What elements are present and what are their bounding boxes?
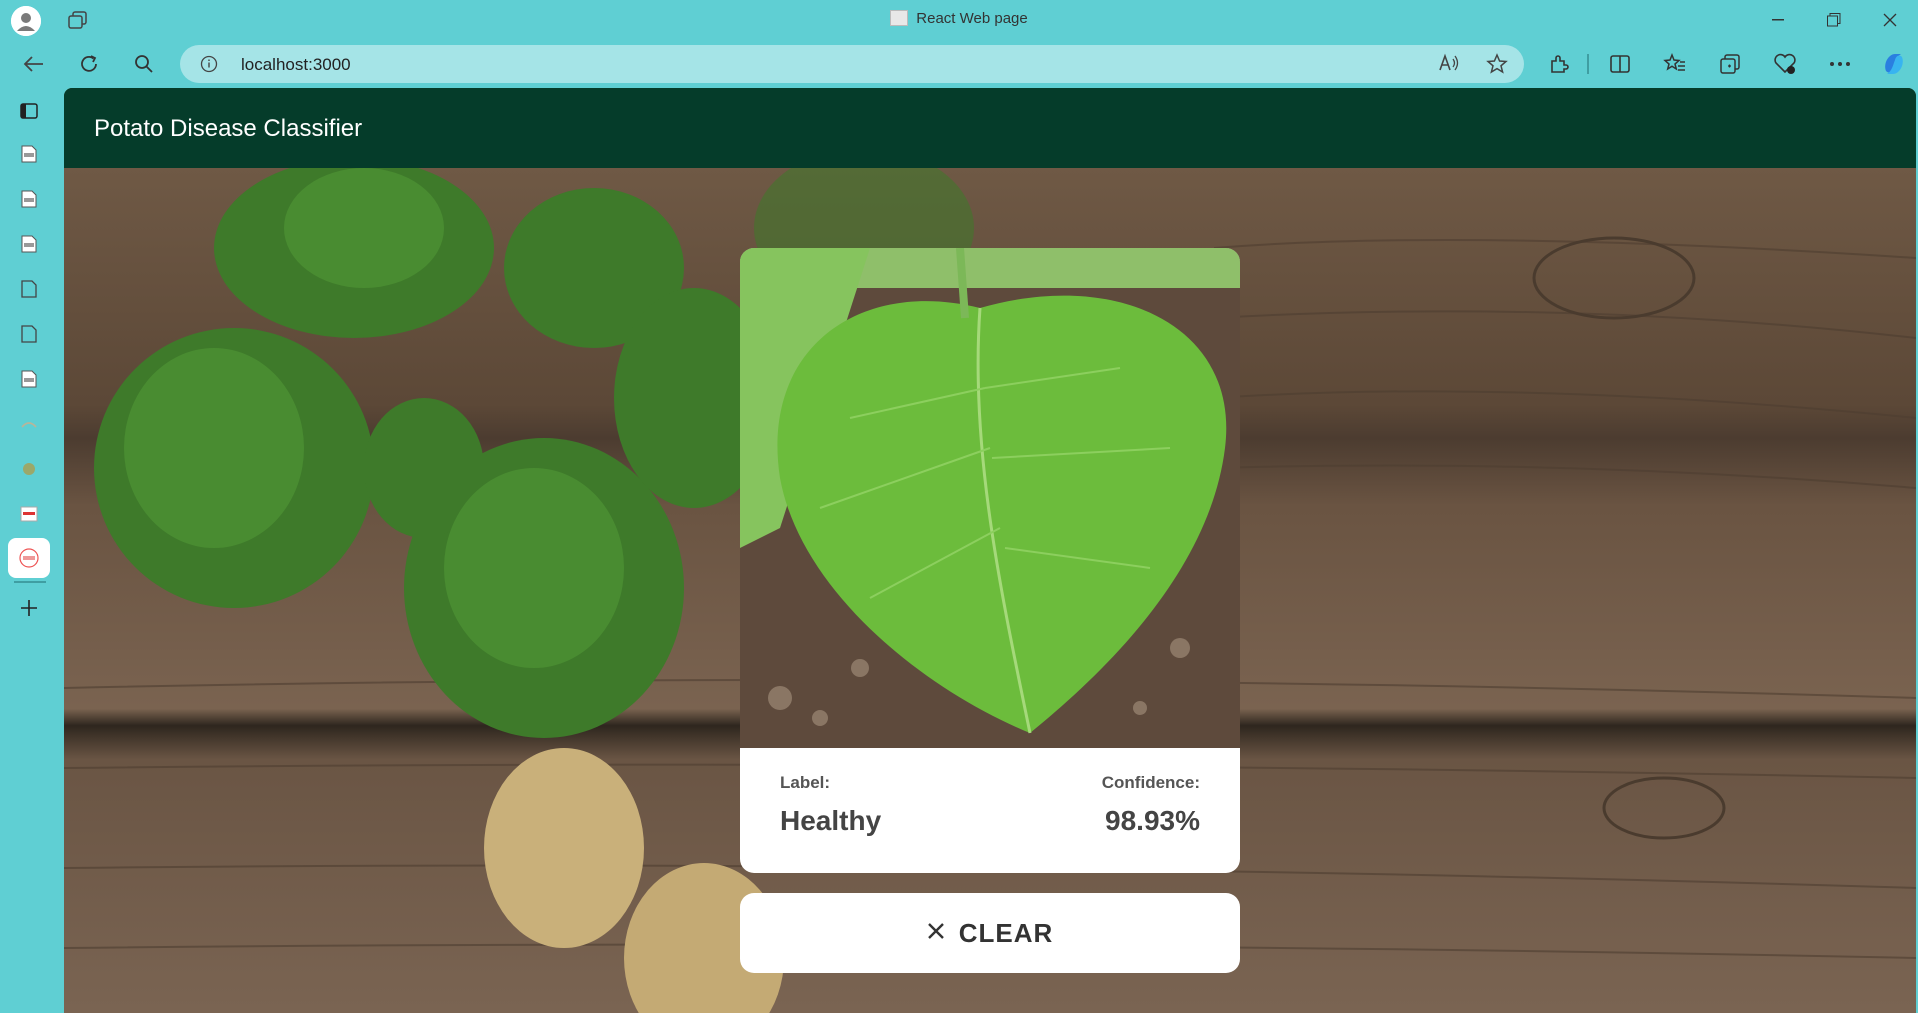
confidence-value: 98.93%	[1105, 805, 1200, 836]
tab-site-icon[interactable]	[14, 499, 44, 529]
tab-document-icon[interactable]	[14, 319, 44, 349]
window-title-text: React Web page	[916, 10, 1028, 27]
page-favicon-icon	[890, 10, 909, 26]
window-title: React Web page	[0, 10, 1918, 27]
page-viewport: Potato Disease Classifier Label: Confide…	[64, 88, 1916, 1013]
tab-react-web-page[interactable]	[8, 538, 50, 578]
clear-button-label: CLEAR	[958, 917, 1054, 948]
back-button[interactable]	[20, 50, 48, 78]
browser-toolbar: localhost:3000	[0, 40, 1918, 88]
sidebar-divider	[14, 581, 46, 583]
site-info-icon[interactable]	[200, 55, 218, 78]
collections-icon[interactable]	[1716, 50, 1744, 78]
app-header: Potato Disease Classifier	[64, 88, 1916, 168]
favorite-star-icon[interactable]	[1486, 53, 1508, 80]
tab-panel-toggle-icon[interactable]	[14, 96, 44, 126]
restore-button[interactable]	[1806, 0, 1862, 40]
tab-document-icon[interactable]	[14, 274, 44, 304]
read-aloud-icon[interactable]	[1438, 53, 1460, 80]
label-heading: Label:	[780, 773, 831, 792]
address-bar[interactable]: localhost:3000	[180, 45, 1524, 83]
url-text[interactable]: localhost:3000	[241, 55, 351, 75]
prediction-card: Label: Confidence: Healthy 98.93%	[740, 248, 1240, 873]
extensions-icon[interactable]	[1545, 50, 1573, 78]
clear-button[interactable]: CLEAR	[740, 893, 1240, 973]
close-window-button[interactable]	[1862, 0, 1918, 40]
app-title: Potato Disease Classifier	[94, 115, 363, 142]
more-options-icon[interactable]	[1826, 50, 1854, 78]
uploaded-leaf-image	[740, 248, 1240, 748]
search-icon[interactable]	[130, 50, 158, 78]
tab-loading-icon[interactable]	[14, 409, 44, 439]
label-value: Healthy	[780, 805, 882, 836]
confidence-heading: Confidence:	[1101, 773, 1200, 792]
tab-site-icon[interactable]	[14, 454, 44, 484]
split-screen-icon[interactable]	[1606, 50, 1634, 78]
favorites-icon[interactable]	[1661, 50, 1689, 78]
tab-pdf-icon[interactable]	[14, 184, 44, 214]
minimize-button[interactable]	[1750, 0, 1806, 40]
tab-pdf-icon[interactable]	[14, 139, 44, 169]
toolbar-divider	[1587, 54, 1589, 74]
copilot-icon[interactable]	[1880, 50, 1908, 78]
vertical-tabs-sidebar	[0, 88, 60, 1013]
refresh-button[interactable]	[75, 50, 103, 78]
window-controls	[1750, 0, 1918, 40]
title-bar: React Web page	[0, 0, 1918, 40]
close-icon	[927, 922, 945, 945]
tab-pdf-icon[interactable]	[14, 229, 44, 259]
tab-pdf-icon[interactable]	[14, 364, 44, 394]
browser-essentials-icon[interactable]	[1771, 50, 1799, 78]
new-tab-plus-icon[interactable]	[14, 593, 44, 623]
